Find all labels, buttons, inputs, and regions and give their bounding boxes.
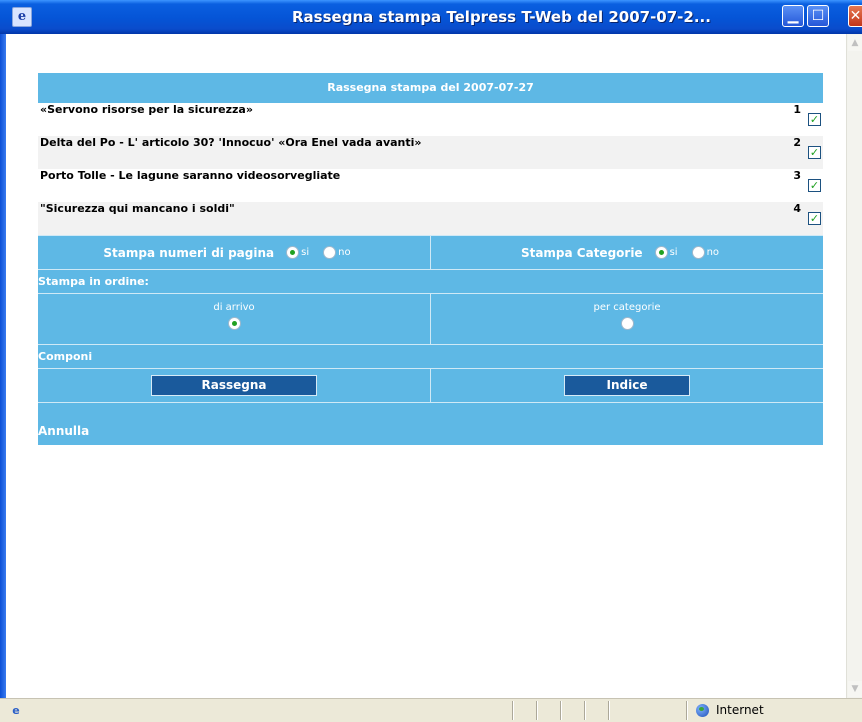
ie-page-icon[interactable]: e <box>12 7 32 27</box>
order-category-radio[interactable] <box>620 317 634 330</box>
categories-label: Stampa Categorie <box>520 245 643 260</box>
window-titlebar[interactable]: e Rassegna stampa Telpress T-Web del 200… <box>0 0 862 34</box>
article-title: «Servono risorse per la sicurezza» <box>40 103 253 116</box>
article-number: 2 <box>793 136 801 149</box>
article-number: 3 <box>793 169 801 182</box>
article-title: "Sicurezza qui mancano i soldi" <box>40 202 235 215</box>
maximize-button[interactable]: ☐ <box>807 5 829 27</box>
panel-header: Rassegna stampa del 2007-07-27 <box>38 73 823 103</box>
order-arrival-label: di arrivo <box>213 302 255 313</box>
print-options: Stampa numeri di pagina si no Stampa Cat… <box>38 235 823 445</box>
order-category-label: per categorie <box>593 302 661 313</box>
indice-cell: Indice <box>430 369 823 402</box>
page-numbers-label: Stampa numeri di pagina <box>103 245 275 260</box>
article-number: 4 <box>793 202 801 215</box>
article-row: "Sicurezza qui mancano i soldi" 4 ✓ <box>38 202 823 235</box>
vertical-scrollbar[interactable]: ▲ ▼ <box>846 34 862 698</box>
close-button[interactable]: ✕ <box>848 5 862 27</box>
article-checkbox[interactable]: ✓ <box>808 179 821 192</box>
status-divider <box>584 701 586 720</box>
cancel-link[interactable]: Annulla <box>38 402 823 445</box>
press-review-panel: Rassegna stampa del 2007-07-27 «Servono … <box>38 73 823 445</box>
status-divider <box>560 701 562 720</box>
page-numbers-no-label: no <box>338 247 351 258</box>
article-row: «Servono risorse per la sicurezza» 1 ✓ <box>38 103 823 136</box>
order-heading: Stampa in ordine: <box>38 269 823 293</box>
status-divider <box>608 701 610 720</box>
article-title: Delta del Po - L' articolo 30? 'Innocuo'… <box>40 136 422 149</box>
status-divider <box>536 701 538 720</box>
article-number: 1 <box>793 103 801 116</box>
page-status-icon: e <box>12 704 20 717</box>
close-icon: ✕ <box>849 8 862 24</box>
order-category-option: per categorie <box>430 294 823 344</box>
article-checkbox[interactable]: ✓ <box>808 212 821 225</box>
status-divider <box>686 701 688 720</box>
scroll-down-arrow-icon[interactable]: ▼ <box>848 681 862 697</box>
article-row: Delta del Po - L' articolo 30? 'Innocuo'… <box>38 136 823 169</box>
categories-no-label: no <box>706 247 720 258</box>
scroll-up-arrow-icon[interactable]: ▲ <box>848 35 862 51</box>
page-numbers-no-radio[interactable] <box>323 246 337 259</box>
page-numbers-yes-label: si <box>301 247 310 258</box>
article-title: Porto Tolle - Le lagune saranno videosor… <box>40 169 341 182</box>
article-row: Porto Tolle - Le lagune saranno videosor… <box>38 169 823 202</box>
rassegna-cell: Rassegna <box>38 369 430 402</box>
categories-option: Stampa Categorie si no <box>430 236 823 269</box>
status-bar: e Internet <box>0 698 862 722</box>
compose-heading: Componi <box>38 344 823 368</box>
internet-zone-globe-icon <box>696 704 709 717</box>
security-zone-label: Internet <box>716 703 764 717</box>
minimize-icon: ▁ <box>787 8 799 24</box>
categories-yes-label: si <box>669 247 678 258</box>
window-title: Rassegna stampa Telpress T-Web del 2007-… <box>292 8 711 26</box>
page-numbers-yes-radio[interactable] <box>286 246 300 259</box>
article-checkbox[interactable]: ✓ <box>808 146 821 159</box>
maximize-icon: ☐ <box>811 8 825 24</box>
indice-button[interactable]: Indice <box>564 375 690 396</box>
categories-no-radio[interactable] <box>691 246 705 259</box>
article-checkbox[interactable]: ✓ <box>808 113 821 126</box>
categories-yes-radio[interactable] <box>654 246 668 259</box>
minimize-button[interactable]: ▁ <box>782 5 804 27</box>
rassegna-button[interactable]: Rassegna <box>151 375 317 396</box>
status-divider <box>512 701 514 720</box>
page-numbers-option: Stampa numeri di pagina si no <box>38 236 430 269</box>
order-arrival-radio[interactable] <box>227 317 241 330</box>
order-arrival-option: di arrivo <box>38 294 430 344</box>
